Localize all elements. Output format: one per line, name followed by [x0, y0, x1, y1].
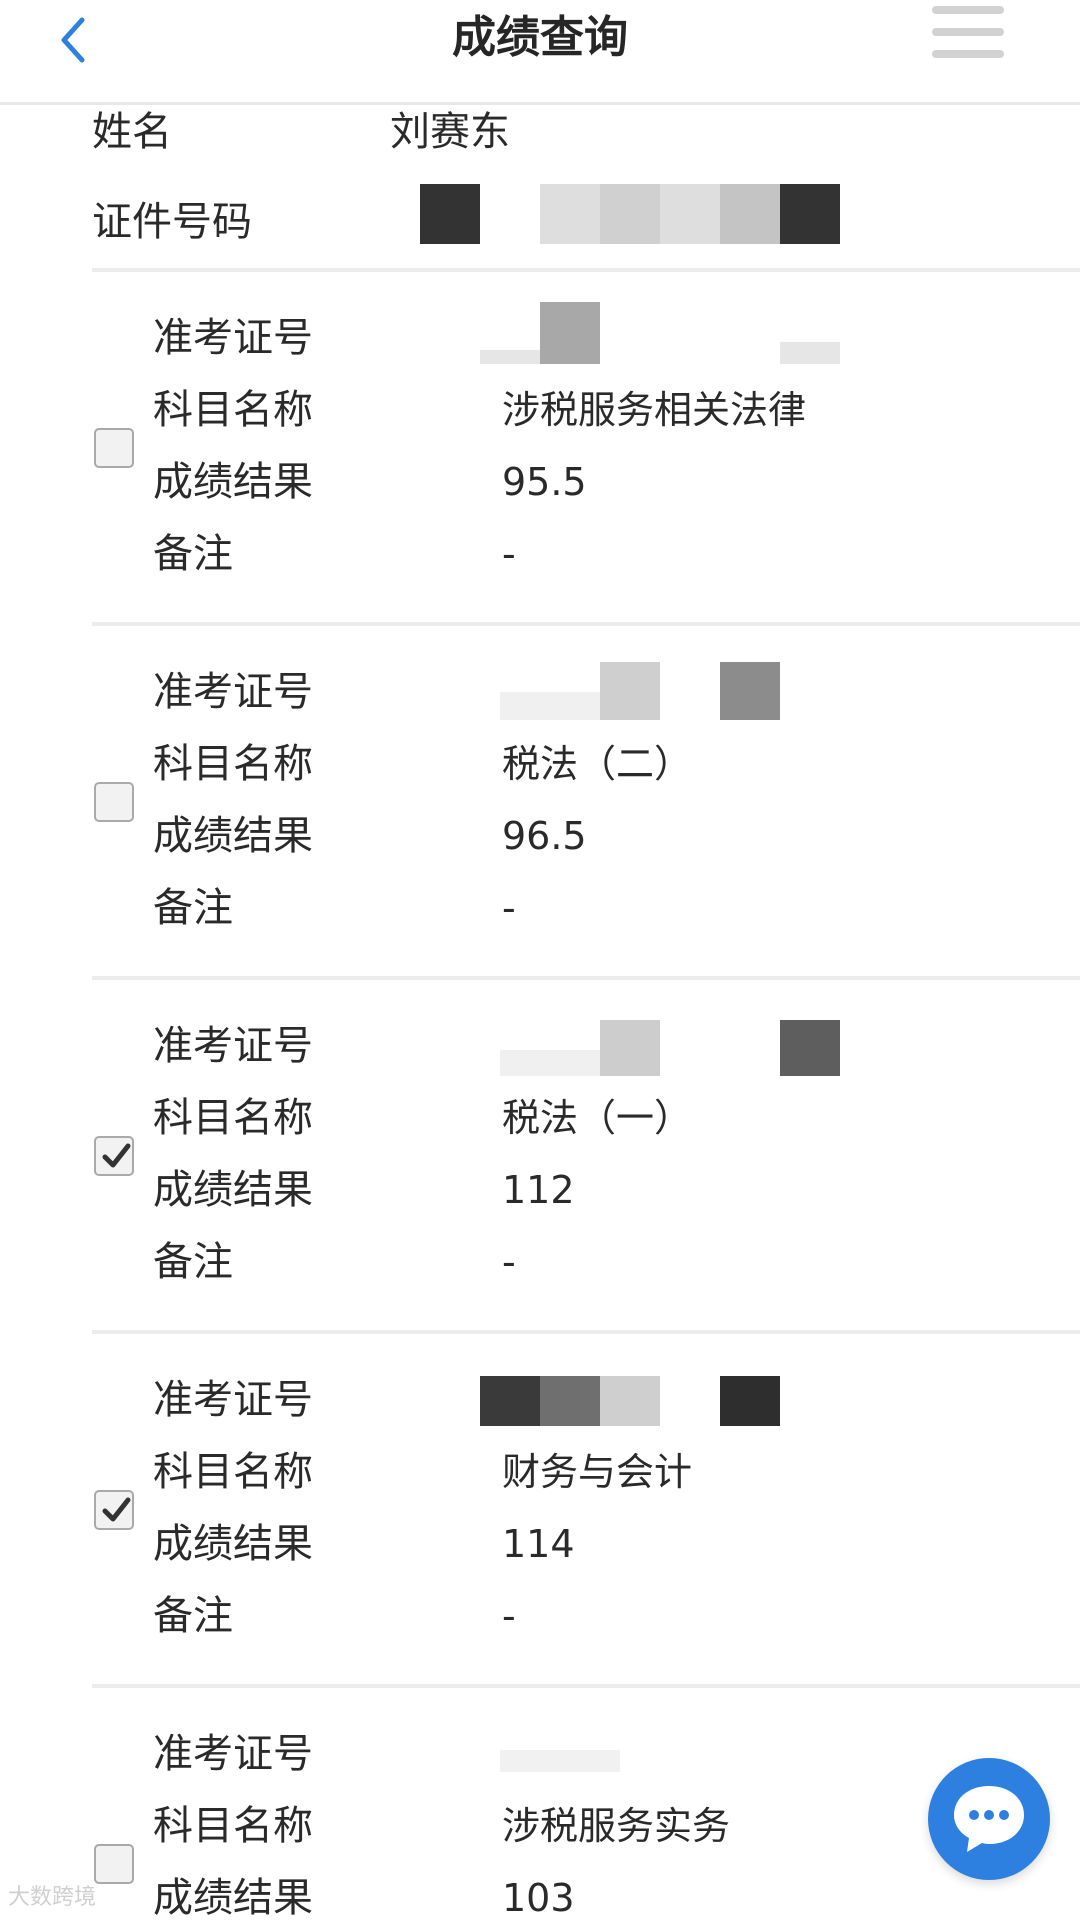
subject-value: 涉税服务相关法律	[502, 388, 807, 432]
remark-label: 备注	[153, 531, 233, 577]
subject-value: 税法（二）	[502, 742, 693, 786]
subject-value: 财务与会计	[502, 1450, 693, 1494]
score-query-page: 成绩查询 姓名 刘赛东 证件号码 准考证号 科目名称 涉税服务相关法律 成绩结果…	[0, 0, 1080, 1923]
score-value: 95.5	[502, 460, 587, 504]
score-record-1: 准考证号 科目名称 涉税服务相关法律 成绩结果 95.5 备注 -	[0, 272, 1080, 627]
subject-label: 科目名称	[153, 387, 313, 433]
result-label: 成绩结果	[153, 1521, 313, 1567]
remark-value: -	[502, 532, 516, 576]
score-value: 114	[502, 1522, 575, 1566]
id-number-label: 证件号码	[92, 199, 252, 245]
admission-label: 准考证号	[153, 315, 313, 361]
hamburger-menu-icon	[932, 28, 1004, 36]
admission-number-redacted	[480, 302, 840, 364]
result-label: 成绩结果	[153, 1167, 313, 1213]
score-record-5: 准考证号 科目名称 涉税服务实务 成绩结果 103	[0, 1688, 1080, 1923]
admission-label: 准考证号	[153, 1731, 313, 1777]
record-checkbox[interactable]	[94, 1490, 134, 1530]
admission-label: 准考证号	[153, 1377, 313, 1423]
chat-bubble-icon	[954, 1786, 1024, 1852]
top-nav-bar: 成绩查询	[0, 0, 1080, 105]
score-record-3: 准考证号 科目名称 税法（一） 成绩结果 112 备注 -	[0, 980, 1080, 1335]
admission-label: 准考证号	[153, 1023, 313, 1069]
result-label: 成绩结果	[153, 1875, 313, 1921]
hamburger-menu-icon	[932, 50, 1004, 58]
subject-label: 科目名称	[153, 1095, 313, 1141]
hamburger-menu-icon	[932, 6, 1004, 14]
chat-button[interactable]	[928, 1758, 1050, 1880]
name-label: 姓名	[92, 109, 172, 155]
score-value: 96.5	[502, 814, 587, 858]
admission-number-redacted	[480, 1376, 780, 1426]
score-value: 103	[502, 1876, 575, 1920]
result-label: 成绩结果	[153, 813, 313, 859]
score-value: 112	[502, 1168, 575, 1212]
score-record-2: 准考证号 科目名称 税法（二） 成绩结果 96.5 备注 -	[0, 626, 1080, 981]
score-record-4: 准考证号 科目名称 财务与会计 成绩结果 114 备注 -	[0, 1334, 1080, 1689]
admission-label: 准考证号	[153, 669, 313, 715]
record-checkbox[interactable]	[94, 1844, 134, 1884]
page-title: 成绩查询	[452, 12, 628, 63]
admission-number-redacted	[500, 662, 840, 720]
record-checkbox[interactable]	[94, 1136, 134, 1176]
remark-value: -	[502, 1594, 516, 1638]
remark-label: 备注	[153, 1239, 233, 1285]
remark-label: 备注	[153, 885, 233, 931]
checkmark-icon	[102, 1143, 131, 1168]
admission-number-redacted	[500, 1750, 620, 1772]
subject-label: 科目名称	[153, 1449, 313, 1495]
remark-value: -	[502, 1240, 516, 1284]
checkmark-icon	[102, 1497, 131, 1522]
admission-number-redacted	[500, 1020, 840, 1076]
menu-button[interactable]	[932, 6, 1004, 62]
subject-value: 税法（一）	[502, 1096, 693, 1140]
record-checkbox[interactable]	[94, 428, 134, 468]
id-number-redacted	[420, 184, 840, 244]
remark-value: -	[502, 886, 516, 930]
record-checkbox[interactable]	[94, 782, 134, 822]
remark-label: 备注	[153, 1593, 233, 1639]
subject-label: 科目名称	[153, 1803, 313, 1849]
watermark: 大数跨境	[8, 1885, 97, 1910]
result-label: 成绩结果	[153, 459, 313, 505]
subject-label: 科目名称	[153, 741, 313, 787]
subject-value: 涉税服务实务	[502, 1804, 731, 1848]
name-value: 刘赛东	[390, 109, 510, 155]
